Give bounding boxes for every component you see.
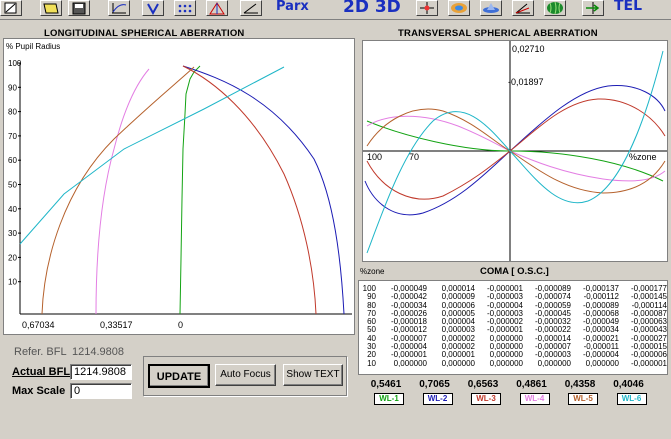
longitudinal-chart-svg: % Pupil Radius 100908070605040302010 0,6… bbox=[6, 42, 352, 330]
t-left-label-b: 70 bbox=[409, 152, 419, 162]
triangle-ray-icon[interactable] bbox=[206, 0, 228, 16]
star-icon[interactable] bbox=[416, 0, 438, 16]
coma-title: COMA [ O.S.C.] bbox=[480, 266, 549, 277]
coma-value: 0,000000 bbox=[441, 358, 475, 368]
t-mid-value: -0,01897 bbox=[508, 77, 544, 87]
long-curve-wl6 bbox=[19, 66, 285, 245]
y-tick-10: 10 bbox=[8, 278, 17, 287]
vector-icon[interactable] bbox=[142, 0, 164, 16]
y-tick-50: 50 bbox=[8, 181, 17, 190]
y-tick-90: 90 bbox=[8, 83, 17, 92]
y-tick-30: 30 bbox=[8, 229, 17, 238]
surface-icon[interactable] bbox=[448, 0, 470, 16]
long-curve-wl4 bbox=[95, 68, 150, 315]
longitudinal-y-label: % Pupil Radius bbox=[6, 42, 60, 51]
wavelength-button[interactable]: WL-5 bbox=[568, 393, 598, 405]
coma-zone: 10 bbox=[367, 358, 376, 368]
wavelength-value: 0,7065 bbox=[419, 379, 450, 390]
2d-3d-button[interactable]: 2D 3D bbox=[343, 0, 401, 17]
coma-value: 0,000000 bbox=[585, 358, 619, 368]
t-left-label-a: 100 bbox=[367, 152, 382, 162]
wavelength-value: 0,5461 bbox=[370, 379, 402, 390]
coma-value: -0,000001 bbox=[630, 358, 667, 368]
long-curve-wl2 bbox=[182, 65, 345, 315]
transversal-title: TRANSVERSAL SPHERICAL ABERRATION bbox=[398, 28, 598, 39]
folder-icon[interactable] bbox=[40, 0, 62, 16]
long-curve-wl3 bbox=[182, 65, 317, 315]
wavelength-button[interactable]: WL-1 bbox=[374, 393, 404, 405]
max-scale-label: Max Scale bbox=[12, 385, 66, 397]
y-tick-40: 40 bbox=[8, 205, 17, 214]
trans-curve-wl2 bbox=[364, 85, 666, 216]
arrow-in-icon[interactable] bbox=[582, 0, 604, 16]
y-tick-70: 70 bbox=[8, 132, 17, 141]
longitudinal-plot: % Pupil Radius 100 90 80 70 60 50 40 30 20 10 0,6… bbox=[3, 38, 355, 335]
ray-angle-icon[interactable] bbox=[512, 0, 534, 16]
dot-grid-icon[interactable] bbox=[174, 0, 196, 16]
watermelon-icon[interactable] bbox=[544, 0, 566, 16]
wavelength-button[interactable]: WL-2 bbox=[422, 393, 453, 405]
transversal-plot: 0,02710 -0,01897 100 70 %zone bbox=[362, 40, 668, 262]
refer-bfl-label: Refer. BFL bbox=[14, 346, 67, 358]
save-icon[interactable] bbox=[68, 0, 90, 16]
x-tick-1: 0,33517 bbox=[100, 320, 133, 330]
coma-value: 0,000000 bbox=[393, 358, 427, 368]
update-button[interactable]: UPDATE bbox=[148, 364, 210, 388]
wavelength-button[interactable]: WL-3 bbox=[471, 393, 501, 405]
wavelength-value: 0,4861 bbox=[516, 379, 547, 390]
y-tick-60: 60 bbox=[8, 156, 17, 165]
long-curve-wl1 bbox=[179, 65, 201, 315]
coma-value: 0,000000 bbox=[489, 358, 523, 368]
wavelength-value: 0,6563 bbox=[467, 379, 499, 390]
coma-zone-label: %zone bbox=[360, 267, 385, 276]
coma-value: 0,000000 bbox=[537, 358, 571, 368]
x-tick-2: 0 bbox=[178, 320, 183, 330]
y-tick-80: 80 bbox=[8, 108, 17, 117]
function-graph-icon[interactable] bbox=[108, 0, 130, 16]
actual-bfl-input[interactable]: 1214.9808 bbox=[70, 364, 132, 380]
wavelength-value: 0,4046 bbox=[613, 379, 644, 390]
wavelength-button[interactable]: WL-6 bbox=[616, 393, 647, 405]
y-tick-20: 20 bbox=[8, 253, 17, 262]
square-icon[interactable] bbox=[0, 0, 22, 16]
coma-row: 10 0,000000 0,000000 0,000000 0,000000 0,0000… bbox=[359, 358, 667, 368]
t-top-value: 0,02710 bbox=[512, 44, 545, 54]
long-curve-wl5 bbox=[41, 66, 195, 315]
angle-icon[interactable] bbox=[240, 0, 262, 16]
parx-button[interactable]: Parx bbox=[276, 0, 309, 14]
actual-bfl-label: Actual BFL bbox=[12, 366, 71, 378]
wavelength-button[interactable]: WL-4 bbox=[519, 393, 550, 405]
show-text-button[interactable]: Show TEXT bbox=[283, 364, 343, 386]
wavelength-value: 0,4358 bbox=[564, 379, 596, 390]
max-scale-input[interactable]: 0 bbox=[70, 383, 132, 399]
auto-focus-button[interactable]: Auto Focus bbox=[215, 364, 276, 386]
lens-icon[interactable] bbox=[480, 0, 502, 16]
transversal-chart-svg: 0,02710 -0,01897 100 70 %zone bbox=[363, 41, 667, 261]
toolbar: Parx 2D 3D TEL bbox=[0, 0, 671, 20]
t-right-label: %zone bbox=[629, 152, 657, 162]
refer-bfl-value: 1214.9808 bbox=[72, 346, 124, 358]
coma-table: 100 -0,000049 0,000014 -0,000001 -0,000089 -0… bbox=[358, 280, 668, 375]
x-tick-0: 0,67034 bbox=[22, 320, 55, 330]
tel-button[interactable]: TEL bbox=[614, 0, 642, 14]
